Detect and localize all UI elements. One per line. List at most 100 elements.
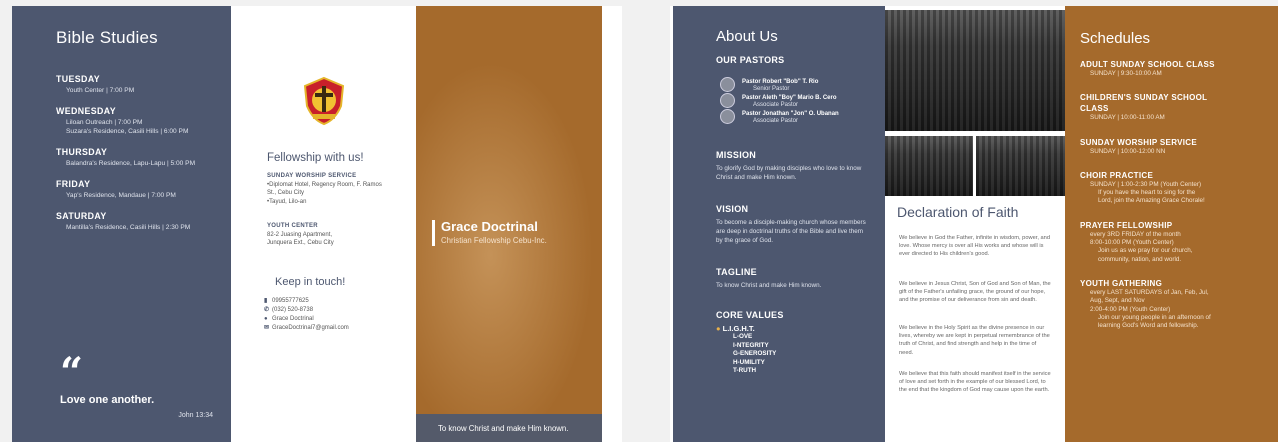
schedule-time: SUNDAY | 10:00-11:00 AM	[1090, 114, 1165, 122]
study-day: FRIDAY	[56, 179, 91, 189]
schedule-heading: SUNDAY WORSHIP SERVICE	[1080, 137, 1198, 147]
church-logo-icon	[303, 76, 345, 126]
pastor-item: Pastor Aleth "Boy" Mario B. Cero Associa…	[720, 93, 885, 108]
bible-studies-panel: Bible Studies TUESDAY Youth Center | 7:0…	[12, 6, 231, 442]
study-item: TUESDAY Youth Center | 7:00 PM	[56, 74, 231, 95]
schedules-panel: Schedules ADULT SUNDAY SCHOOL CLASS SUND…	[1065, 6, 1278, 442]
schedule-item: SUNDAY WORSHIP SERVICE SUNDAY | 10:00-12…	[1080, 137, 1278, 156]
group-photo	[885, 10, 1065, 131]
pastor-name: Pastor Aleth "Boy" Mario B. Cero	[742, 95, 837, 101]
core-value: H-UMILITY	[733, 358, 765, 366]
cover-panel: Grace Doctrinal Christian Fellowship Ceb…	[416, 6, 602, 442]
pastor-role: Associate Pastor	[753, 118, 799, 124]
fellowship-title: Fellowship with us!	[267, 152, 364, 164]
contact-list: ▮ 09955777625 ✆ (032) 520-8738 ● Grace Doct…	[264, 297, 349, 333]
youth-center-address: 82-2 Juasing Apartment,	[267, 231, 333, 238]
schedule-time: Aug, Sept, and Nov	[1090, 297, 1145, 305]
pastor-item: Pastor Robert "Bob" T. Rio Senior Pastor	[720, 77, 885, 92]
worship-location-item: Diplomat Hotel, Regency Room, F. Ramos S…	[267, 181, 392, 198]
avatar	[720, 77, 735, 92]
declaration-paragraph: We believe in the Holy Spirit as the div…	[899, 325, 1050, 356]
core-value: T-RUTH	[733, 367, 757, 374]
facebook-icon: ●	[264, 316, 268, 322]
bulb-icon: ●	[716, 324, 721, 333]
study-location: Liloan Outreach | 7:00 PM	[66, 119, 143, 126]
schedule-item: ADULT SUNDAY SCHOOL CLASS SUNDAY | 9:30-…	[1080, 59, 1278, 78]
study-item: SATURDAY Mantilla's Residence, Casili Hi…	[56, 211, 231, 232]
schedule-time: 2:00-4:00 PM (Youth Center)	[1090, 305, 1171, 313]
phone-number: (032) 520-8738	[272, 307, 314, 313]
schedule-time: every 3RD FRIDAY of the month	[1090, 230, 1181, 238]
study-location: Yap's Residence, Mandaue | 7:00 PM	[66, 192, 176, 199]
schedule-note: learning God's Word and fellowship.	[1098, 322, 1199, 330]
schedule-heading: PRAYER FELLOWSHIP	[1080, 220, 1173, 230]
schedule-item: CHILDREN'S SUNDAY SCHOOL CLASS SUNDAY | …	[1080, 92, 1278, 122]
study-day: THURSDAY	[56, 147, 108, 157]
email-address: GraceDoctrinal7@gmail.com	[272, 325, 349, 331]
quote-text: Love one another.	[60, 394, 155, 406]
youth-center-block: YOUTH CENTER 82-2 Juasing Apartment, Jun…	[267, 222, 392, 248]
pastors-heading: OUR PASTORS	[716, 55, 785, 65]
schedule-time: 8:00-10:00 PM (Youth Center)	[1090, 239, 1174, 247]
cover-title: Grace Doctrinal	[441, 219, 538, 234]
youth-center-address: Junquera Ext., Cebu City	[267, 240, 334, 246]
schedule-time: SUNDAY | 9:30-10:00 AM	[1090, 70, 1162, 77]
vision-text: To become a disciple-making church whose…	[716, 219, 866, 244]
group-photo	[885, 136, 973, 196]
schedule-time: every LAST SATURDAYS of Jan, Feb, Jul,	[1090, 288, 1209, 296]
schedule-time: SUNDAY | 10:00-12:00 NN	[1090, 147, 1166, 155]
mobile-icon: ▮	[264, 298, 268, 304]
core-value: L-OVE	[733, 333, 753, 340]
study-item: FRIDAY Yap's Residence, Mandaue | 7:00 P…	[56, 179, 231, 200]
pastor-item: Pastor Jonathan "Jon" O. Ubanan Associat…	[720, 109, 885, 124]
study-location: Youth Center | 7:00 PM	[66, 87, 135, 94]
schedule-item: PRAYER FELLOWSHIP every 3RD FRIDAY of th…	[1080, 220, 1278, 264]
worship-heading: SUNDAY WORSHIP SERVICE	[267, 173, 357, 179]
schedule-note: If you have the heart to sing for the	[1098, 189, 1196, 197]
study-day: WEDNESDAY	[56, 106, 116, 116]
pastor-name: Pastor Robert "Bob" T. Rio	[742, 79, 819, 85]
tagline-heading: TAGLINE	[716, 267, 757, 277]
worship-location-item: Tayud, Lilo-an	[267, 198, 392, 207]
study-item: WEDNESDAY Liloan Outreach | 7:00 PM Suza…	[56, 106, 231, 136]
avatar	[720, 93, 735, 108]
schedule-heading: CHOIR PRACTICE	[1080, 170, 1154, 180]
mission-heading: MISSION	[716, 150, 757, 160]
pastor-role: Senior Pastor	[753, 86, 790, 92]
cover-accent-bar	[432, 220, 435, 246]
vision-heading: VISION	[716, 204, 749, 214]
study-location: Balandra's Residence, Lapu-Lapu | 5:00 P…	[66, 160, 196, 167]
brochure-inside-sheet: About Us OUR PASTORS Pastor Robert "Bob"…	[670, 6, 1278, 442]
schedule-note: Join us as we pray for our church,	[1098, 247, 1193, 255]
schedule-heading: YOUTH GATHERING	[1080, 278, 1163, 288]
bible-studies-title: Bible Studies	[56, 28, 158, 47]
schedule-note: community, nation, and world.	[1098, 255, 1182, 263]
declaration-panel: Declaration of Faith We believe in God t…	[885, 6, 1065, 442]
cover-subtitle: Christian Fellowship Cebu-Inc.	[441, 236, 547, 245]
study-day: SATURDAY	[56, 211, 107, 221]
phone-icon: ✆	[264, 307, 270, 313]
mobile-number: 09955777625	[272, 298, 309, 304]
avatar	[720, 109, 735, 124]
quote-icon: “	[60, 349, 84, 396]
study-location: Mantilla's Residence, Casili Hills | 2:3…	[66, 224, 191, 231]
cover-footer: To know Christ and make Him known.	[416, 414, 602, 442]
group-photo	[976, 136, 1065, 196]
worship-locations: SUNDAY WORSHIP SERVICE Diplomat Hotel, R…	[267, 172, 392, 206]
fellowship-panel: Fellowship with us! SUNDAY WORSHIP SERVI…	[231, 6, 416, 442]
contact-title: Keep in touch!	[275, 276, 346, 288]
schedules-title: Schedules	[1080, 30, 1151, 47]
study-location: Suzara's Residence, Casili Hills | 6:00 …	[66, 128, 189, 135]
declaration-paragraph: We believe that this faith should manife…	[899, 371, 1051, 394]
about-title: About Us	[716, 28, 778, 45]
declaration-paragraph: We believe in Jesus Christ, Son of God a…	[899, 281, 1051, 304]
study-day: TUESDAY	[56, 74, 101, 84]
mission-text: To glorify God by making disciples who l…	[716, 165, 862, 181]
schedule-heading: CHILDREN'S SUNDAY SCHOOL CLASS	[1080, 93, 1208, 114]
schedule-item: CHOIR PRACTICE SUNDAY | 1:00-2:30 PM (Yo…	[1080, 170, 1278, 206]
tagline-text: To know Christ and make Him known.	[716, 282, 822, 289]
about-panel: About Us OUR PASTORS Pastor Robert "Bob"…	[673, 6, 885, 442]
facebook-name: Grace Doctrinal	[272, 316, 314, 322]
email-icon: ✉	[264, 325, 270, 331]
core-values-heading: CORE VALUES	[716, 310, 784, 320]
